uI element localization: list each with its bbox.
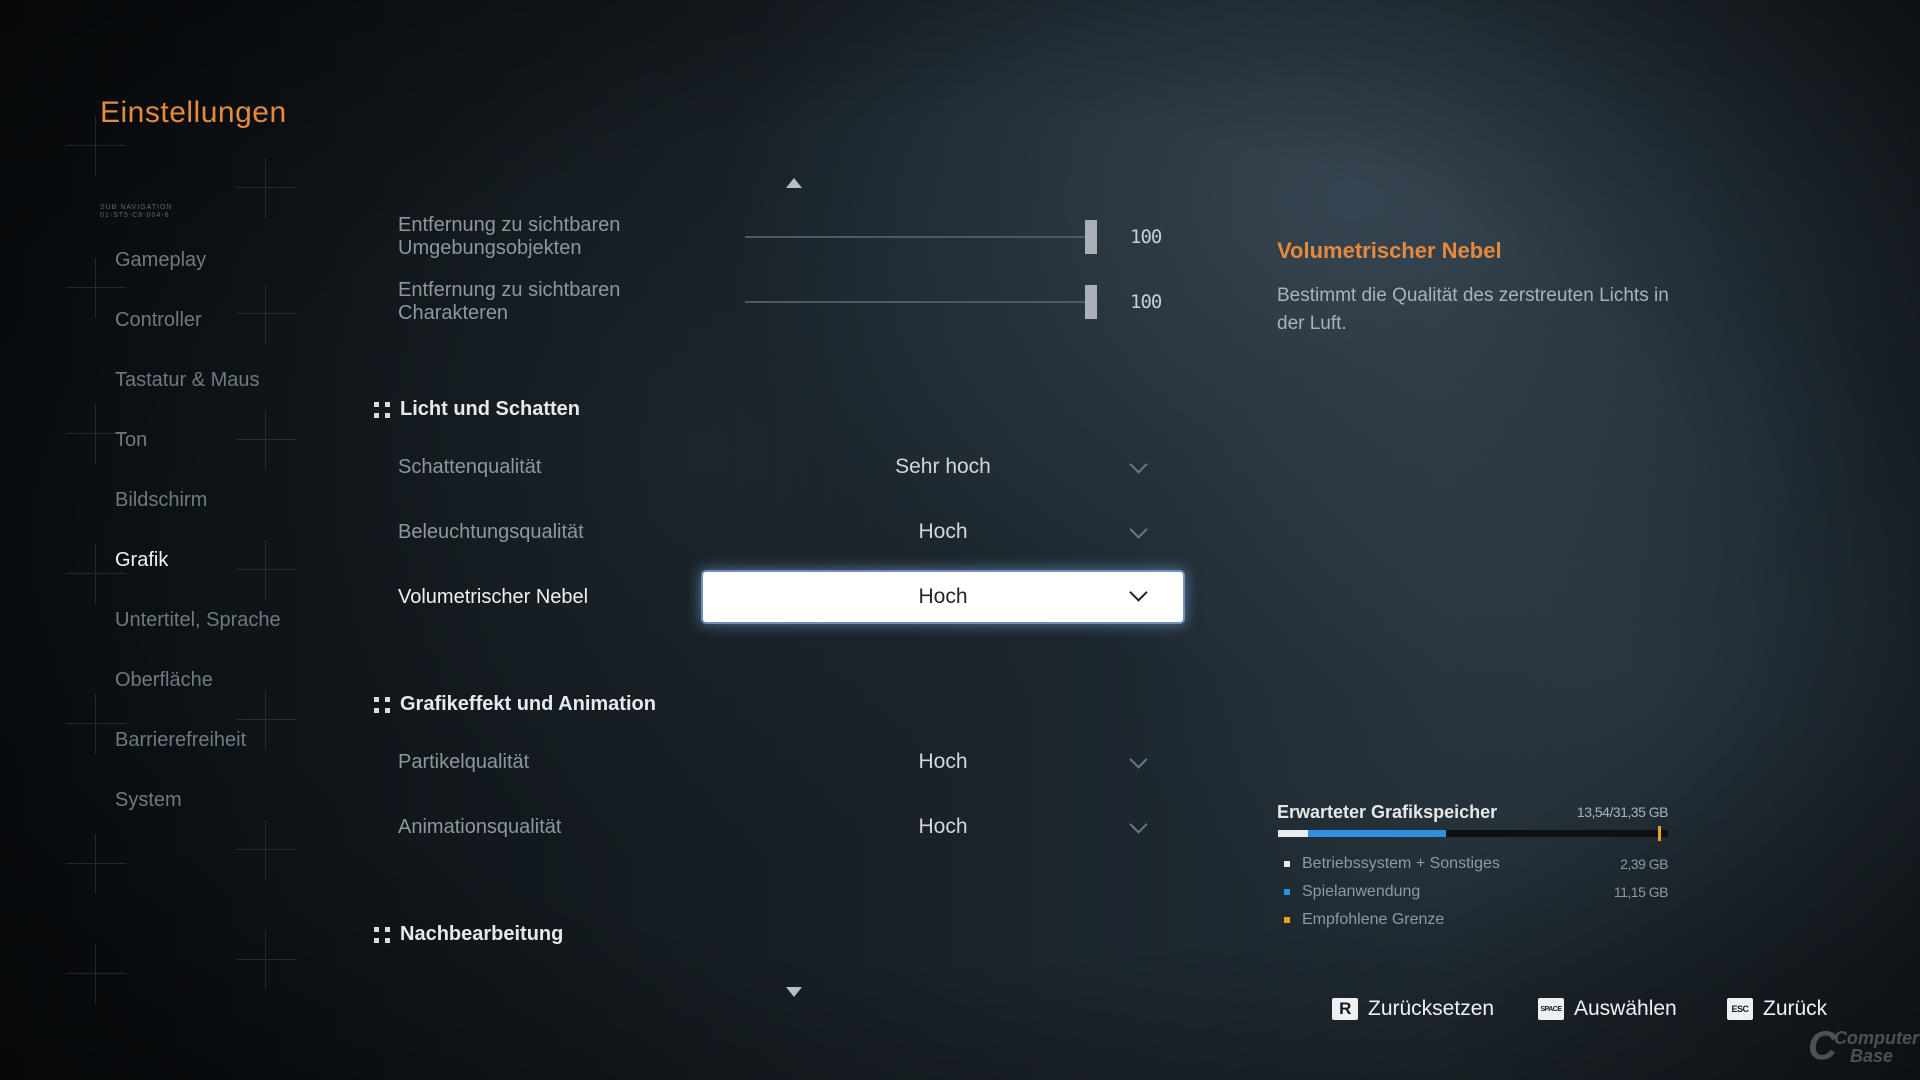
description-title: Volumetrischer Nebel (1277, 238, 1502, 263)
grid-dots-icon (374, 696, 390, 713)
section-post-processing: Nachbearbeitung (374, 923, 563, 946)
legend-value: 2,39 GB (1620, 856, 1668, 872)
section-light-shadow: Licht und Schatten (374, 398, 580, 421)
select-animation-quality[interactable]: Hoch (703, 802, 1183, 852)
select-value: Hoch (918, 815, 968, 838)
select-shadow-quality[interactable]: Sehr hoch (703, 442, 1183, 492)
legend-row-limit: Empfohlene Grenze (1284, 910, 1668, 930)
side-nav: Gameplay Controller Tastatur & Maus Ton … (115, 230, 281, 830)
vram-bar-app-segment (1307, 830, 1447, 837)
slider-track-environment-distance[interactable] (745, 236, 1097, 238)
slider-handle-environment-distance[interactable] (1085, 220, 1097, 254)
page-title: Einstellungen (100, 96, 287, 129)
vram-title: Erwarteter Grafikspeicher (1277, 802, 1498, 822)
select-label: Auswählen (1574, 997, 1677, 1020)
nav-item-display[interactable]: Bildschirm (115, 470, 281, 530)
select-label-animation-quality: Animationsqualität (398, 816, 562, 838)
section-effects-animation: Grafikeffekt und Animation (374, 693, 656, 716)
legend-square-icon (1284, 889, 1290, 895)
select-value: Sehr hoch (895, 455, 991, 478)
section-title: Licht und Schatten (400, 398, 580, 420)
section-title: Nachbearbeitung (400, 923, 564, 945)
nav-item-controller[interactable]: Controller (115, 290, 281, 350)
select-volumetric-fog[interactable]: Hoch (703, 572, 1183, 622)
legend-square-icon (1284, 917, 1290, 923)
slider-track-character-distance[interactable] (745, 301, 1097, 303)
section-title: Grafikeffekt und Animation (400, 693, 656, 715)
vram-bar-os-segment (1278, 830, 1308, 837)
decor-cross (236, 158, 296, 218)
vram-limit-marker (1658, 826, 1662, 841)
slider-label-environment-distance: Entfernung zu sichtbaren Umgebungsobjekt… (398, 214, 620, 260)
vram-total: 13,54/31,35 GB (1576, 804, 1669, 820)
nav-item-accessibility[interactable]: Barrierefreiheit (115, 710, 281, 770)
select-button[interactable]: SPACE Auswählen (1538, 996, 1677, 1022)
key-r-icon: R (1332, 998, 1358, 1020)
key-space-icon: SPACE (1538, 998, 1564, 1020)
reset-label: Zurücksetzen (1368, 997, 1495, 1020)
sub-caption-line1: SUB NAVIGATION (100, 204, 173, 211)
slider-label-line: Charakteren (398, 302, 509, 324)
sub-caption-line2: 01-ST5-C8-004-6 (100, 212, 170, 219)
slider-label-line: Umgebungsobjekten (398, 237, 582, 259)
slider-value-environment-distance: 100 (1130, 226, 1162, 248)
legend-square-icon (1284, 861, 1290, 867)
legend-row-os: Betriebssystem + Sonstiges 2,39 GB (1284, 854, 1668, 874)
legend-label: Betriebssystem + Sonstiges (1302, 855, 1500, 872)
legend-label: Spielanwendung (1302, 883, 1421, 900)
select-label-lighting-quality: Beleuchtungsqualität (398, 521, 584, 543)
select-label-particle-quality: Partikelqualität (398, 751, 530, 773)
nav-item-keyboard-mouse[interactable]: Tastatur & Maus (115, 350, 281, 410)
reset-button[interactable]: R Zurücksetzen (1332, 996, 1494, 1022)
slider-label-line: Entfernung zu sichtbaren (398, 279, 621, 301)
select-label-volumetric-fog: Volumetrischer Nebel (398, 586, 589, 608)
grid-dots-icon (374, 926, 390, 943)
nav-item-system[interactable]: System (115, 770, 281, 830)
back-button[interactable]: ESC Zurück (1727, 996, 1827, 1022)
decor-cross (236, 930, 296, 990)
grid-dots-icon (374, 401, 390, 418)
slider-handle-character-distance[interactable] (1085, 285, 1097, 319)
select-particle-quality[interactable]: Hoch (703, 737, 1183, 787)
nav-item-interface[interactable]: Oberfläche (115, 650, 281, 710)
watermark-line2: Base (1850, 1046, 1894, 1066)
decor-cross (66, 944, 126, 1004)
nav-item-sound[interactable]: Ton (115, 410, 281, 470)
key-esc-icon: ESC (1727, 998, 1753, 1020)
select-value: Hoch (918, 750, 968, 773)
slider-value-character-distance: 100 (1130, 291, 1162, 313)
nav-item-graphics[interactable]: Grafik (115, 530, 281, 590)
select-lighting-quality[interactable]: Hoch (703, 507, 1183, 557)
watermark-letter: C (1808, 1024, 1837, 1068)
select-value: Hoch (918, 520, 968, 543)
legend-row-app: Spielanwendung 11,15 GB (1284, 882, 1669, 902)
legend-value: 11,15 GB (1613, 884, 1669, 900)
nav-item-subtitles-language[interactable]: Untertitel, Sprache (115, 590, 281, 650)
nav-item-gameplay[interactable]: Gameplay (115, 230, 281, 290)
vram-bar (1278, 826, 1668, 841)
slider-label-character-distance: Entfernung zu sichtbaren Charakteren (398, 279, 620, 325)
scroll-up-icon[interactable] (786, 178, 802, 188)
select-label-shadow-quality: Schattenqualität (398, 456, 542, 478)
sub-caption: SUB NAVIGATION 01-ST5-C8-004-6 (100, 204, 172, 220)
slider-label-line: Entfernung zu sichtbaren (398, 214, 621, 236)
description-text: Bestimmt die Qualität des zerstreuten Li… (1277, 285, 1669, 334)
decor-cross (66, 834, 126, 894)
select-value: Hoch (918, 585, 968, 608)
scroll-down-icon[interactable] (786, 987, 802, 997)
legend-label: Empfohlene Grenze (1302, 911, 1445, 928)
back-label: Zurück (1763, 997, 1828, 1020)
